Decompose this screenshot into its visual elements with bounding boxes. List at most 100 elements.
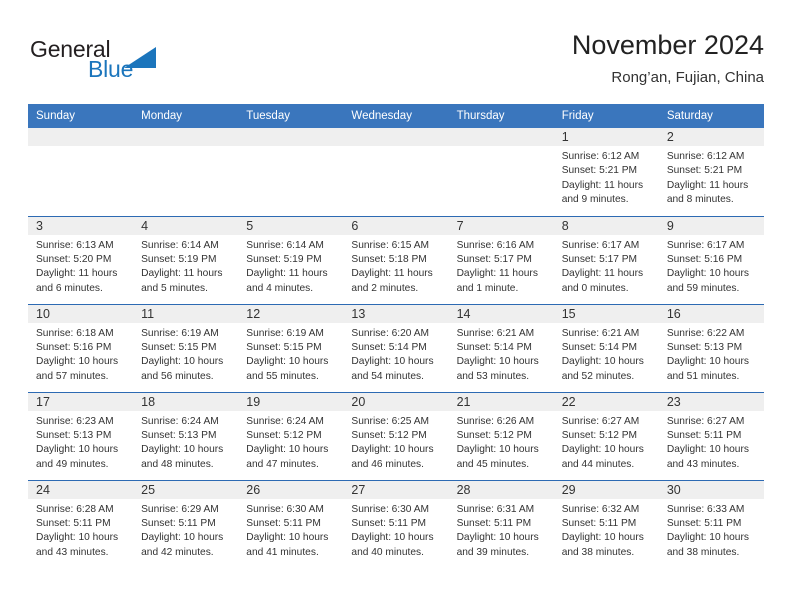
day-details: Sunrise: 6:28 AM Sunset: 5:11 PM Daylight:… (28, 499, 133, 561)
sunset-text: Sunset: 5:13 PM (141, 429, 217, 441)
sunset-text: Sunset: 5:18 PM (351, 253, 427, 265)
day-number: 10 (28, 305, 134, 323)
daylight-text: Daylight: 10 hours and 56 minutes. (141, 356, 224, 382)
calendar-week-row: 17 Sunrise: 6:23 AM Sunset: 5:13 PM Dayligh… (28, 391, 764, 480)
day-number: 30 (658, 481, 764, 499)
day-details: Sunrise: 6:17 AM Sunset: 5:17 PM Daylight:… (554, 235, 659, 297)
daylight-text: Daylight: 10 hours and 53 minutes. (456, 356, 539, 382)
daylight-text: Daylight: 10 hours and 44 minutes. (561, 444, 644, 470)
sunset-text: Sunset: 5:19 PM (141, 253, 217, 265)
day-number: 1 (553, 128, 659, 146)
day-details: Sunrise: 6:27 AM Sunset: 5:12 PM Daylight:… (554, 411, 659, 473)
day-details: Sunrise: 6:18 AM Sunset: 5:16 PM Daylight:… (28, 323, 133, 385)
daylight-text: Daylight: 10 hours and 48 minutes. (141, 444, 224, 470)
day-number: 24 (28, 481, 134, 499)
sunset-text: Sunset: 5:11 PM (141, 517, 216, 529)
general-blue-logo[interactable]: General Blue (28, 36, 208, 92)
calendar-week-row: 3 Sunrise: 6:13 AM Sunset: 5:20 PM Daylight… (28, 215, 764, 304)
day-details: Sunrise: 6:13 AM Sunset: 5:20 PM Daylight:… (28, 235, 133, 297)
sunrise-text: Sunrise: 6:12 AM (561, 151, 640, 162)
calendar-day-cell[interactable]: 17 Sunrise: 6:23 AM Sunset: 5:13 PM Dayligh… (28, 391, 134, 480)
day-number (28, 128, 134, 146)
day-number: 22 (553, 393, 659, 411)
calendar-day-cell[interactable]: 10 Sunrise: 6:18 AM Sunset: 5:16 PM Dayligh… (28, 303, 134, 392)
sunrise-text: Sunrise: 6:12 AM (666, 151, 745, 162)
calendar-day-cell[interactable]: 13 Sunrise: 6:20 AM Sunset: 5:14 PM Dayligh… (343, 303, 449, 392)
day-details: Sunrise: 6:27 AM Sunset: 5:11 PM Daylight:… (659, 411, 764, 473)
calendar-day-cell[interactable]: 29 Sunrise: 6:32 AM Sunset: 5:11 PM Dayligh… (553, 479, 659, 568)
calendar-day-cell[interactable]: 7 Sunrise: 6:16 AM Sunset: 5:17 PM Daylight… (448, 215, 554, 304)
sunrise-text: Sunrise: 6:27 AM (561, 415, 640, 427)
calendar-day-cell[interactable]: 4 Sunrise: 6:14 AM Sunset: 5:19 PM Daylight… (133, 215, 239, 304)
daylight-text: Daylight: 10 hours and 57 minutes. (36, 356, 119, 382)
day-number: 28 (448, 481, 554, 499)
daylight-text: Daylight: 10 hours and 40 minutes. (351, 532, 434, 558)
day-number: 27 (343, 481, 449, 499)
day-number: 13 (343, 305, 449, 323)
calendar-day-cell[interactable]: 28 Sunrise: 6:31 AM Sunset: 5:11 PM Dayligh… (448, 479, 554, 568)
sunrise-text: Sunrise: 6:33 AM (666, 503, 745, 515)
day-details: Sunrise: 6:22 AM Sunset: 5:13 PM Daylight:… (659, 323, 764, 385)
day-details: Sunrise: 6:33 AM Sunset: 5:11 PM Daylight:… (659, 499, 764, 561)
calendar-day-cell[interactable]: 21 Sunrise: 6:26 AM Sunset: 5:12 PM Dayligh… (448, 391, 554, 480)
day-details: Sunrise: 6:30 AM Sunset: 5:11 PM Daylight:… (238, 499, 343, 561)
weekday-header-friday: Friday (553, 104, 659, 128)
calendar-day-cell[interactable]: 18 Sunrise: 6:24 AM Sunset: 5:13 PM Dayligh… (133, 391, 239, 480)
sunset-text: Sunset: 5:20 PM (36, 253, 112, 265)
calendar-day-cell[interactable]: 19 Sunrise: 6:24 AM Sunset: 5:12 PM Dayligh… (238, 391, 344, 480)
sunset-text: Sunset: 5:21 PM (561, 165, 638, 177)
calendar-day-cell[interactable]: 15 Sunrise: 6:21 AM Sunset: 5:14 PM Dayligh… (553, 303, 659, 392)
calendar-day-cell[interactable]: 26 Sunrise: 6:30 AM Sunset: 5:11 PM Dayligh… (238, 479, 344, 568)
sunset-text: Sunset: 5:12 PM (561, 429, 638, 441)
calendar-day-cell[interactable]: 2 Sunrise: 6:12 AM Sunset: 5:21 PM Daylight… (658, 128, 764, 216)
daylight-text: Daylight: 11 hours and 6 minutes. (36, 268, 118, 294)
day-details: Sunrise: 6:24 AM Sunset: 5:13 PM Daylight:… (133, 411, 238, 473)
calendar-day-cell[interactable]: 6 Sunrise: 6:15 AM Sunset: 5:18 PM Daylight… (343, 215, 449, 304)
sunrise-text: Sunrise: 6:24 AM (141, 415, 219, 427)
day-number: 8 (553, 217, 659, 235)
day-details: Sunrise: 6:21 AM Sunset: 5:14 PM Daylight:… (554, 323, 659, 385)
day-number: 15 (553, 305, 659, 323)
sunset-text: Sunset: 5:11 PM (561, 517, 637, 529)
calendar-day-cell[interactable]: 20 Sunrise: 6:25 AM Sunset: 5:12 PM Dayligh… (343, 391, 449, 480)
sunset-text: Sunset: 5:11 PM (456, 517, 532, 529)
daylight-text: Daylight: 11 hours and 5 minutes. (141, 268, 223, 294)
daylight-text: Daylight: 10 hours and 59 minutes. (666, 268, 749, 294)
day-details: Sunrise: 6:25 AM Sunset: 5:12 PM Daylight:… (343, 411, 448, 473)
weekday-header-tuesday: Tuesday (238, 104, 344, 128)
sunset-text: Sunset: 5:13 PM (36, 429, 112, 441)
calendar-day-cell[interactable]: 5 Sunrise: 6:14 AM Sunset: 5:19 PM Daylight… (238, 215, 344, 304)
day-number: 4 (133, 217, 239, 235)
calendar-day-cell[interactable]: 11 Sunrise: 6:19 AM Sunset: 5:15 PM Dayligh… (133, 303, 239, 392)
page-header: General Blue November 2024 Rong’an, Fuji… (28, 28, 764, 98)
calendar-day-cell[interactable]: 30 Sunrise: 6:33 AM Sunset: 5:11 PM Dayligh… (658, 479, 764, 568)
calendar-day-cell[interactable]: 16 Sunrise: 6:22 AM Sunset: 5:13 PM Dayligh… (658, 303, 764, 392)
calendar-day-cell-empty (133, 128, 239, 216)
calendar-day-cell[interactable]: 25 Sunrise: 6:29 AM Sunset: 5:11 PM Dayligh… (133, 479, 239, 568)
sunset-text: Sunset: 5:15 PM (246, 341, 322, 353)
daylight-text: Daylight: 10 hours and 41 minutes. (246, 532, 329, 558)
sunrise-text: Sunrise: 6:17 AM (666, 239, 745, 251)
calendar-day-cell[interactable]: 12 Sunrise: 6:19 AM Sunset: 5:15 PM Dayligh… (238, 303, 344, 392)
calendar-body: 1 Sunrise: 6:12 AM Sunset: 5:21 PM Daylight… (28, 128, 764, 568)
day-details: Sunrise: 6:29 AM Sunset: 5:11 PM Daylight:… (133, 499, 238, 561)
day-details: Sunrise: 6:23 AM Sunset: 5:13 PM Daylight:… (28, 411, 133, 473)
calendar-day-cell[interactable]: 9 Sunrise: 6:17 AM Sunset: 5:16 PM Daylight… (658, 215, 764, 304)
calendar-day-cell[interactable]: 8 Sunrise: 6:17 AM Sunset: 5:17 PM Daylight… (553, 215, 659, 304)
sunset-text: Sunset: 5:17 PM (456, 253, 532, 265)
calendar-day-cell[interactable]: 23 Sunrise: 6:27 AM Sunset: 5:11 PM Dayligh… (658, 391, 764, 480)
sunrise-text: Sunrise: 6:31 AM (456, 503, 535, 515)
logo-word-blue: Blue (88, 56, 134, 82)
calendar-day-cell[interactable]: 3 Sunrise: 6:13 AM Sunset: 5:20 PM Daylight… (28, 215, 134, 304)
calendar-day-cell[interactable]: 27 Sunrise: 6:30 AM Sunset: 5:11 PM Dayligh… (343, 479, 449, 568)
day-number: 2 (658, 128, 764, 146)
day-details: Sunrise: 6:12 AM Sunset: 5:21 PM Daylight:… (554, 146, 659, 208)
sunrise-text: Sunrise: 6:19 AM (141, 327, 219, 339)
sunset-text: Sunset: 5:13 PM (666, 341, 743, 353)
calendar-day-cell[interactable]: 1 Sunrise: 6:12 AM Sunset: 5:21 PM Daylight… (553, 128, 659, 216)
calendar-day-cell[interactable]: 24 Sunrise: 6:28 AM Sunset: 5:11 PM Dayligh… (28, 479, 134, 568)
calendar-day-cell[interactable]: 14 Sunrise: 6:21 AM Sunset: 5:14 PM Dayligh… (448, 303, 554, 392)
day-details: Sunrise: 6:20 AM Sunset: 5:14 PM Daylight:… (343, 323, 448, 385)
sunrise-text: Sunrise: 6:32 AM (561, 503, 640, 515)
calendar-day-cell[interactable]: 22 Sunrise: 6:27 AM Sunset: 5:12 PM Dayligh… (553, 391, 659, 480)
